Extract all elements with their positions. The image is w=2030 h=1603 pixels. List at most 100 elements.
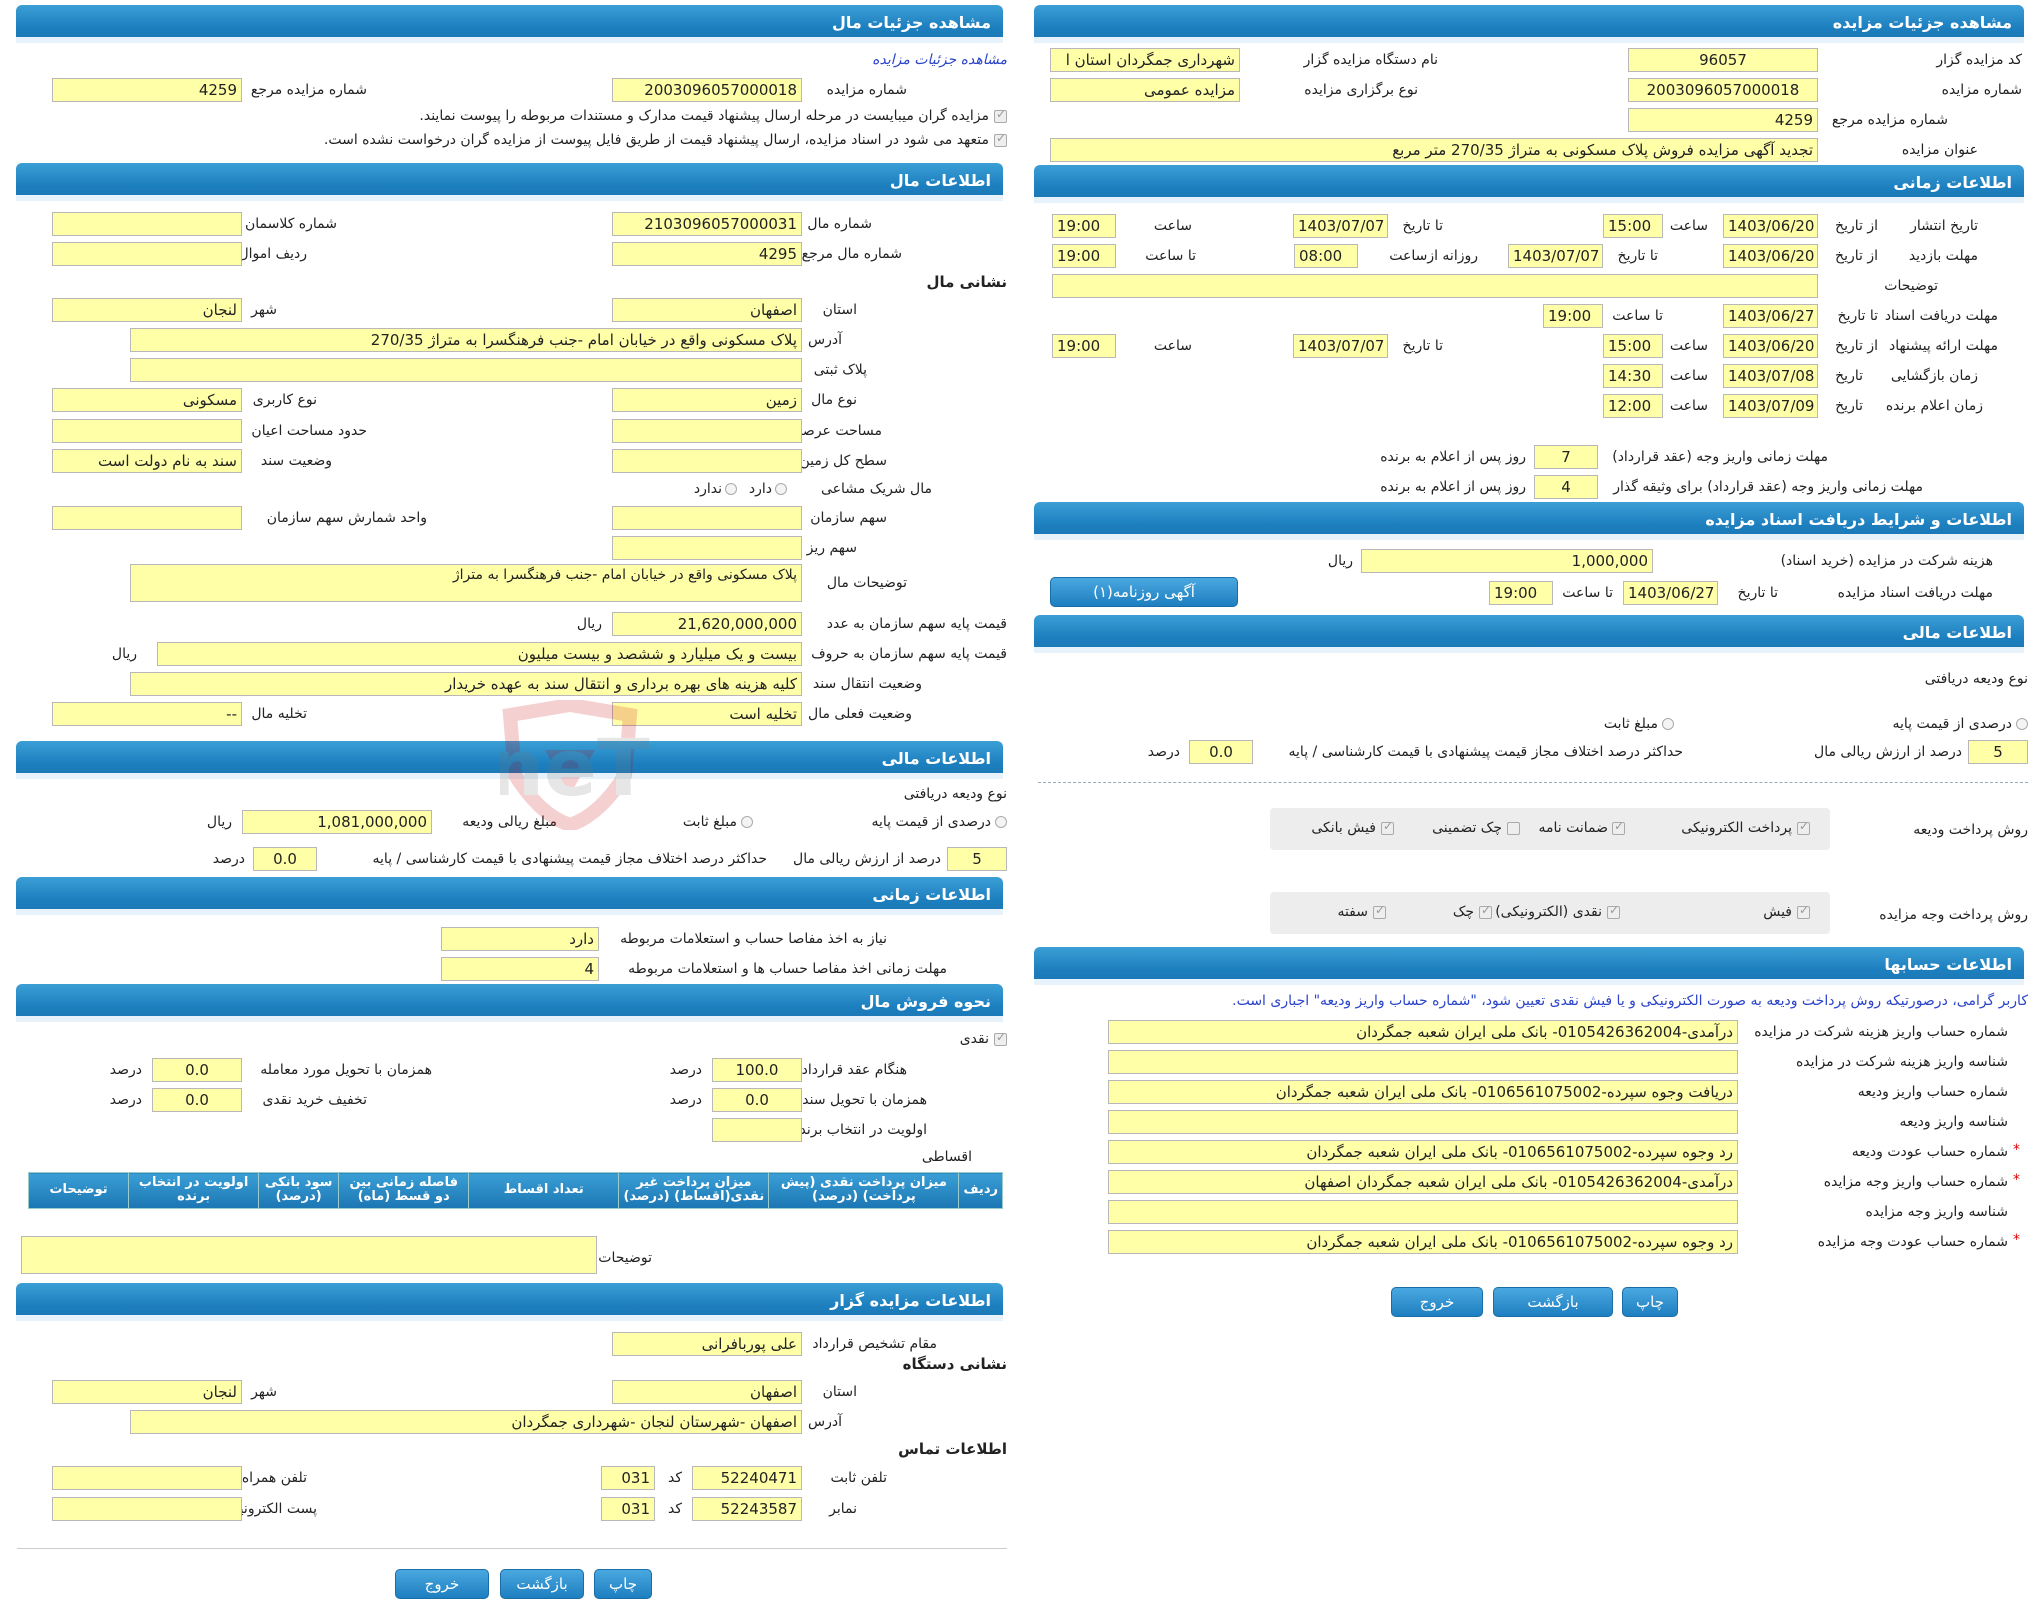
publish-to-hour-word: ساعت <box>1153 218 1192 234</box>
plate-field <box>130 358 802 382</box>
promissory-checkbox[interactable] <box>1373 903 1386 919</box>
attach-docs-label: مزایده گران میبایست در مرحله ارسال پیشنه… <box>419 108 989 124</box>
docs-to-date: 1403/06/27 <box>1723 304 1818 328</box>
attach-docs-checkbox <box>994 107 1007 123</box>
bank-slip-checkbox[interactable] <box>1381 819 1394 835</box>
status-field: تخلیه است <box>612 702 802 726</box>
left-print-button[interactable]: چاپ <box>594 1569 652 1599</box>
check-checkbox[interactable] <box>1479 903 1492 919</box>
slip-checkbox[interactable] <box>1797 903 1810 919</box>
electronic-pay-checkbox[interactable] <box>1797 819 1810 835</box>
discount-label: تخفیف خرید نقدی <box>262 1092 367 1108</box>
doc-deadline-time: 19:00 <box>1489 581 1553 605</box>
sale-desc-label: توضیحات <box>598 1250 652 1266</box>
asset-no-field: 2103096057000031 <box>612 212 802 236</box>
left-ref-no-field: 4259 <box>52 78 242 102</box>
auctioneer-code-field: 96057 <box>1628 48 1818 72</box>
auctioneer-header: اطلاعات مزایده گزار <box>16 1283 1003 1321</box>
offer-from-time: 15:00 <box>1603 334 1663 358</box>
auc-city-label: شهر <box>251 1384 277 1400</box>
doc-deadline-date: 1403/06/27 <box>1623 581 1718 605</box>
publish-to-date: 1403/07/07 <box>1293 214 1388 238</box>
offer-hour-word: ساعت <box>1669 338 1708 354</box>
need-label: نیاز به اخذ مفاصا حساب و استعلامات مربوط… <box>620 931 887 947</box>
asset-desc-label: توضیحات مال <box>826 575 907 591</box>
publish-from-word: از تاریخ <box>1835 218 1878 234</box>
open-time: 14:30 <box>1603 364 1663 388</box>
need-field: دارد <box>441 927 599 951</box>
left-diff-percent: درصد <box>212 851 245 867</box>
installment-col-header: میزان پرداخت غیر نقدی(اقساط) (درصد) <box>618 1172 770 1209</box>
delivery-percent: درصد <box>109 1062 142 1078</box>
diff-field: 0.0 <box>1189 740 1253 764</box>
offer-label: مهلت ارائه پیشنهاد <box>1889 338 1998 354</box>
fixed-radio[interactable] <box>1662 718 1674 730</box>
installment-col-header: میزان پرداخت نقدی (پیش پرداخت) (درصد) <box>768 1172 960 1209</box>
pay-deadline-field: 7 <box>1534 445 1598 469</box>
publish-hour-word: ساعت <box>1669 218 1708 234</box>
visit-to-date: 1403/07/07 <box>1508 244 1603 268</box>
delivery-label: همزمان با تحویل مورد معامله <box>260 1062 432 1078</box>
mobile-label: تلفن همراه <box>241 1470 307 1486</box>
offer-to-date: 1403/07/07 <box>1293 334 1388 358</box>
pay-deadline-label: مهلت زمانی واریز وجه (عقد قرارداد) <box>1612 449 1828 465</box>
building-field <box>52 419 242 443</box>
open-label: زمان بازگشایی <box>1890 368 1978 384</box>
contact-heading: اطلاعات تماس <box>898 1440 1007 1458</box>
base-txt-label: قیمت پایه سهم سازمان به حروف <box>811 646 1007 662</box>
price-method-promissory: سفته <box>1337 904 1368 920</box>
asset-details-pane: مشاهده جزئیات مال مشاهده جزئیات مزایده ش… <box>10 0 1007 1603</box>
offer-to-word: تا تاریخ <box>1402 338 1443 354</box>
fax-code-label: کد <box>667 1501 682 1517</box>
print-button[interactable]: چاپ <box>1622 1287 1678 1317</box>
offer-to-hour-word: ساعت <box>1153 338 1192 354</box>
auction-details-link[interactable]: مشاهده جزئیات مزایده <box>872 52 1007 68</box>
small-share-label: سهم ریز <box>806 540 857 556</box>
base-txt-field: بیست و یک میلیارد و ششصد و بیست میلیون <box>157 642 802 666</box>
base-num-rial: ریال <box>576 616 602 632</box>
left-amount-label: مبلغ ریالی ودیعه <box>462 814 557 830</box>
doc-fee-field: 1,000,000 <box>1361 549 1653 573</box>
deposit-methods-box: پرداخت الکترونیکی ضمانت نامه چک تضمینی ف… <box>1270 808 1830 850</box>
time-desc-field <box>1052 274 1818 298</box>
winner-date: 1403/07/09 <box>1723 394 1818 418</box>
visit-daily-to: 19:00 <box>1052 244 1116 268</box>
use-label: نوع کاربری <box>252 392 317 408</box>
exit-button[interactable]: خروج <box>1391 1287 1483 1317</box>
time-desc-label: توضیحات <box>1884 278 1938 294</box>
percent-radio[interactable] <box>2016 718 2028 730</box>
price-method-check: چک <box>1452 904 1474 920</box>
auc-province-label: استان <box>822 1384 857 1400</box>
email-field <box>52 1497 242 1521</box>
no-attach-label: متعهد می شود در اسناد مزایده، ارسال پیشن… <box>323 132 989 148</box>
account-field: رد وجوه سپرده-0106561075002- بانک ملی ای… <box>1108 1230 1738 1254</box>
authority-label: مقام تشخیص قرارداد <box>812 1336 937 1352</box>
cash-checkbox <box>994 1030 1007 1046</box>
base-txt-rial: ریال <box>111 646 137 662</box>
visit-to-hour-word: تا ساعت <box>1145 248 1196 264</box>
share-no-label: ندارد <box>693 481 722 497</box>
cheque-checkbox[interactable] <box>1507 822 1520 835</box>
auc-address-label: آدرس <box>808 1414 842 1430</box>
doc-fee-label: هزینه شرکت در مزایده (خرید اسناد) <box>1780 553 1993 569</box>
left-exit-button[interactable]: خروج <box>395 1569 489 1599</box>
publish-label: تاریخ انتشار <box>1910 218 1978 234</box>
offer-from-word: از تاریخ <box>1835 338 1878 354</box>
account-label: شماره حساب عودت ودیعه <box>1851 1144 2008 1160</box>
left-back-button[interactable]: بازگشت <box>500 1569 584 1599</box>
deposit-pct-label: درصد از ارزش ریالی مال <box>1814 744 1962 760</box>
newspaper-ad-button[interactable]: آگهی روزنامه(۱) <box>1050 577 1238 607</box>
left-pct-field: 5 <box>947 847 1007 871</box>
asset-desc-field: پلاک مسکونی واقع در خیابان امام -جنب فره… <box>130 564 802 602</box>
auc-province-field: اصفهان <box>612 1380 802 1404</box>
org-share-label: سهم سازمان <box>810 510 887 526</box>
contract-label: هنگام عقد قرارداد <box>801 1062 907 1078</box>
transfer-label: وضعیت انتقال سند <box>812 676 922 692</box>
guarantee-checkbox[interactable] <box>1612 819 1625 835</box>
doc-deadline-label: مهلت دریافت اسناد مزایده <box>1837 585 1993 601</box>
back-button[interactable]: بازگشت <box>1493 1287 1613 1317</box>
asset-address-heading: نشانی مال <box>926 273 1008 291</box>
cash-electronic-checkbox[interactable] <box>1607 903 1620 919</box>
use-field: مسکونی <box>52 388 242 412</box>
fax-label: نمابر <box>829 1501 857 1517</box>
